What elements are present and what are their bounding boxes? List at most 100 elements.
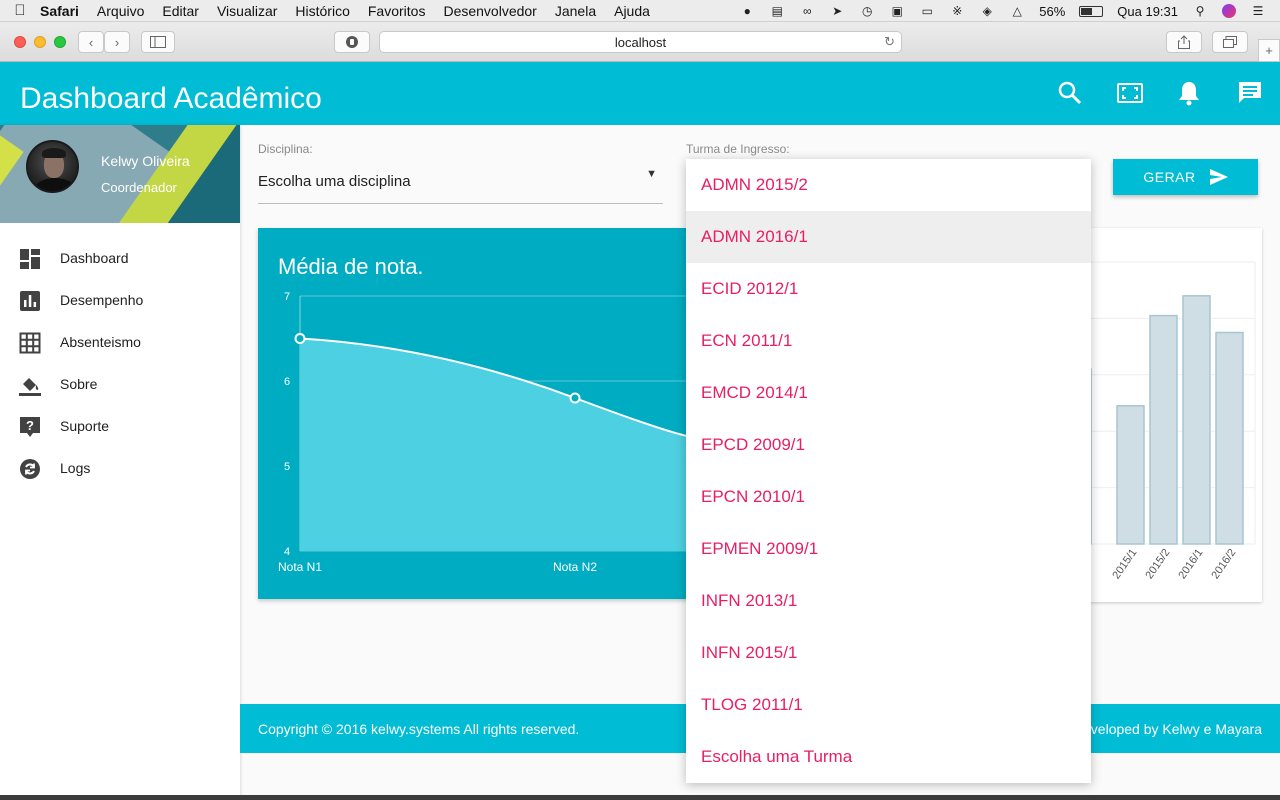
discipline-select[interactable]: Escolha uma disciplina ▼: [258, 166, 663, 204]
app-tray-icon[interactable]: ▣: [889, 4, 905, 18]
sidebar-item-sobre[interactable]: Sobre: [0, 363, 240, 405]
menu-item-desenvolvedor[interactable]: Desenvolvedor: [443, 3, 536, 19]
turma-option[interactable]: ADMN 2016/1: [686, 211, 1091, 263]
x-tick-label: 2015/2: [1143, 547, 1172, 581]
app-header: Dashboard Acadêmico: [0, 62, 1280, 125]
developed-prefix: veloped by: [1090, 721, 1163, 737]
menu-item-ajuda[interactable]: Ajuda: [614, 3, 650, 19]
url-text: localhost: [614, 34, 667, 50]
turma-option[interactable]: INFN 2013/1: [686, 575, 1091, 627]
shield-icon: [346, 36, 358, 48]
turma-option[interactable]: ECN 2011/1: [686, 315, 1091, 367]
reload-icon[interactable]: ↻: [884, 34, 895, 50]
menu-item-visualizar[interactable]: Visualizar: [217, 3, 277, 19]
messages-icon[interactable]: [1236, 79, 1264, 107]
search-icon[interactable]: [1056, 79, 1084, 107]
macos-menu-bar:  Safari Arquivo Editar Visualizar Histó…: [0, 0, 1280, 22]
turma-option[interactable]: Escolha uma Turma: [686, 731, 1091, 783]
share-button[interactable]: [1166, 31, 1202, 53]
chart-card-media-nota: Média de nota. 7 6 5 4 Nota N1 Nota N2: [258, 228, 696, 599]
sidebar-item-label: Absenteismo: [60, 334, 141, 350]
sidebar-item-label: Sobre: [60, 376, 98, 392]
fullscreen-icon[interactable]: [1116, 79, 1144, 107]
avatar[interactable]: [26, 140, 79, 193]
developers-names: Kelwy e Mayara: [1162, 721, 1262, 737]
y-tick-label: 6: [284, 376, 290, 388]
bluetooth-icon[interactable]: ※: [949, 4, 965, 18]
area-chart: 7 6 5 4 Nota N1 Nota N2: [278, 291, 696, 574]
turma-label: Turma de Ingresso:: [686, 142, 790, 156]
sidebar-nav: Dashboard Desempenho Absenteismo Sobre ?…: [0, 237, 240, 489]
sidebar-item-label: Dashboard: [60, 250, 129, 266]
paint-bucket-icon: [19, 378, 41, 396]
generate-button[interactable]: GERAR: [1113, 159, 1258, 195]
zoom-window-button[interactable]: [54, 36, 66, 48]
battery-percentage: 56%: [1039, 3, 1066, 19]
sidebar-item-absenteismo[interactable]: Absenteismo: [0, 321, 240, 363]
menu-app-name[interactable]: Safari: [40, 3, 79, 19]
airplay-icon[interactable]: △: [1009, 4, 1025, 18]
x-tick-label: 2015/1: [1110, 547, 1139, 581]
dropdown-arrow-icon: ▼: [646, 168, 657, 180]
sidebar-item-label: Suporte: [60, 418, 110, 434]
privacy-button[interactable]: [334, 31, 370, 53]
forward-button[interactable]: ›: [104, 31, 130, 53]
turma-option[interactable]: INFN 2015/1: [686, 627, 1091, 679]
notifications-icon[interactable]: [1175, 79, 1203, 107]
new-tab-button[interactable]: +: [1258, 39, 1280, 62]
wifi-icon[interactable]: ◈: [979, 4, 995, 18]
clock[interactable]: Qua 19:31: [1117, 4, 1178, 19]
close-window-button[interactable]: [14, 36, 26, 48]
y-tick-label: 5: [284, 461, 290, 473]
display-icon[interactable]: ▭: [919, 4, 935, 18]
sidebar-toggle-button[interactable]: [141, 31, 175, 53]
time-machine-icon[interactable]: ◷: [859, 4, 875, 18]
menu-item-favoritos[interactable]: Favoritos: [368, 3, 426, 19]
help-icon: ?: [20, 417, 40, 437]
turma-option[interactable]: ECID 2012/1: [686, 263, 1091, 315]
tabs-icon: [1223, 36, 1237, 48]
address-bar[interactable]: localhost ↻: [379, 31, 902, 53]
y-tick-label: 7: [284, 291, 290, 303]
sidebar-item-label: Logs: [60, 460, 91, 476]
footer-developers: veloped by Kelwy e Mayara: [1091, 721, 1262, 737]
back-button[interactable]: ‹: [78, 31, 104, 53]
x-tick-label: Nota N2: [553, 560, 597, 574]
menu-item-historico[interactable]: Histórico: [295, 3, 349, 19]
send-icon: [1209, 169, 1228, 185]
sidebar-item-desempenho[interactable]: Desempenho: [0, 279, 240, 321]
notification-center-icon[interactable]: ☰: [1250, 4, 1266, 18]
sidebar-item-suporte[interactable]: ? Suporte: [0, 405, 240, 447]
footer-brand-link[interactable]: kelwy.systems: [371, 721, 460, 737]
turma-option[interactable]: EPCN 2010/1: [686, 471, 1091, 523]
chart-card-bar: /22015/12015/22016/12016/2: [1070, 228, 1262, 602]
data-point: [569, 392, 581, 404]
sidebar: Kelwy Oliveira Coordenador Dashboard Des…: [0, 125, 240, 800]
evernote-icon[interactable]: ●: [739, 4, 755, 18]
svg-text:?: ?: [26, 418, 34, 433]
turma-option[interactable]: EPCD 2009/1: [686, 419, 1091, 471]
location-icon[interactable]: ➤: [829, 4, 845, 18]
sidebar-item-dashboard[interactable]: Dashboard: [0, 237, 240, 279]
data-point: [294, 333, 306, 344]
tabs-overview-button[interactable]: [1212, 31, 1248, 53]
turma-option[interactable]: TLOG 2011/1: [686, 679, 1091, 731]
menu-item-editar[interactable]: Editar: [162, 3, 199, 19]
battery-icon[interactable]: [1079, 5, 1104, 17]
history-icon: [20, 459, 40, 479]
turma-option[interactable]: ADMN 2015/2: [686, 159, 1091, 211]
siri-icon[interactable]: [1222, 4, 1236, 18]
spotlight-icon[interactable]: ⚲: [1192, 4, 1208, 18]
activity-monitor-icon[interactable]: ▤: [769, 4, 785, 18]
turma-option[interactable]: EPMEN 2009/1: [686, 523, 1091, 575]
sidebar-item-logs[interactable]: Logs: [0, 447, 240, 489]
menu-item-arquivo[interactable]: Arquivo: [97, 3, 144, 19]
minimize-window-button[interactable]: [34, 36, 46, 48]
menu-item-janela[interactable]: Janela: [555, 3, 596, 19]
creative-cloud-icon[interactable]: ∞: [799, 4, 815, 18]
discipline-select-value: Escolha uma disciplina: [258, 173, 411, 190]
turma-option[interactable]: EMCD 2014/1: [686, 367, 1091, 419]
grid-icon: [19, 332, 41, 354]
discipline-label: Disciplina:: [258, 142, 313, 156]
apple-icon[interactable]: : [0, 2, 40, 19]
